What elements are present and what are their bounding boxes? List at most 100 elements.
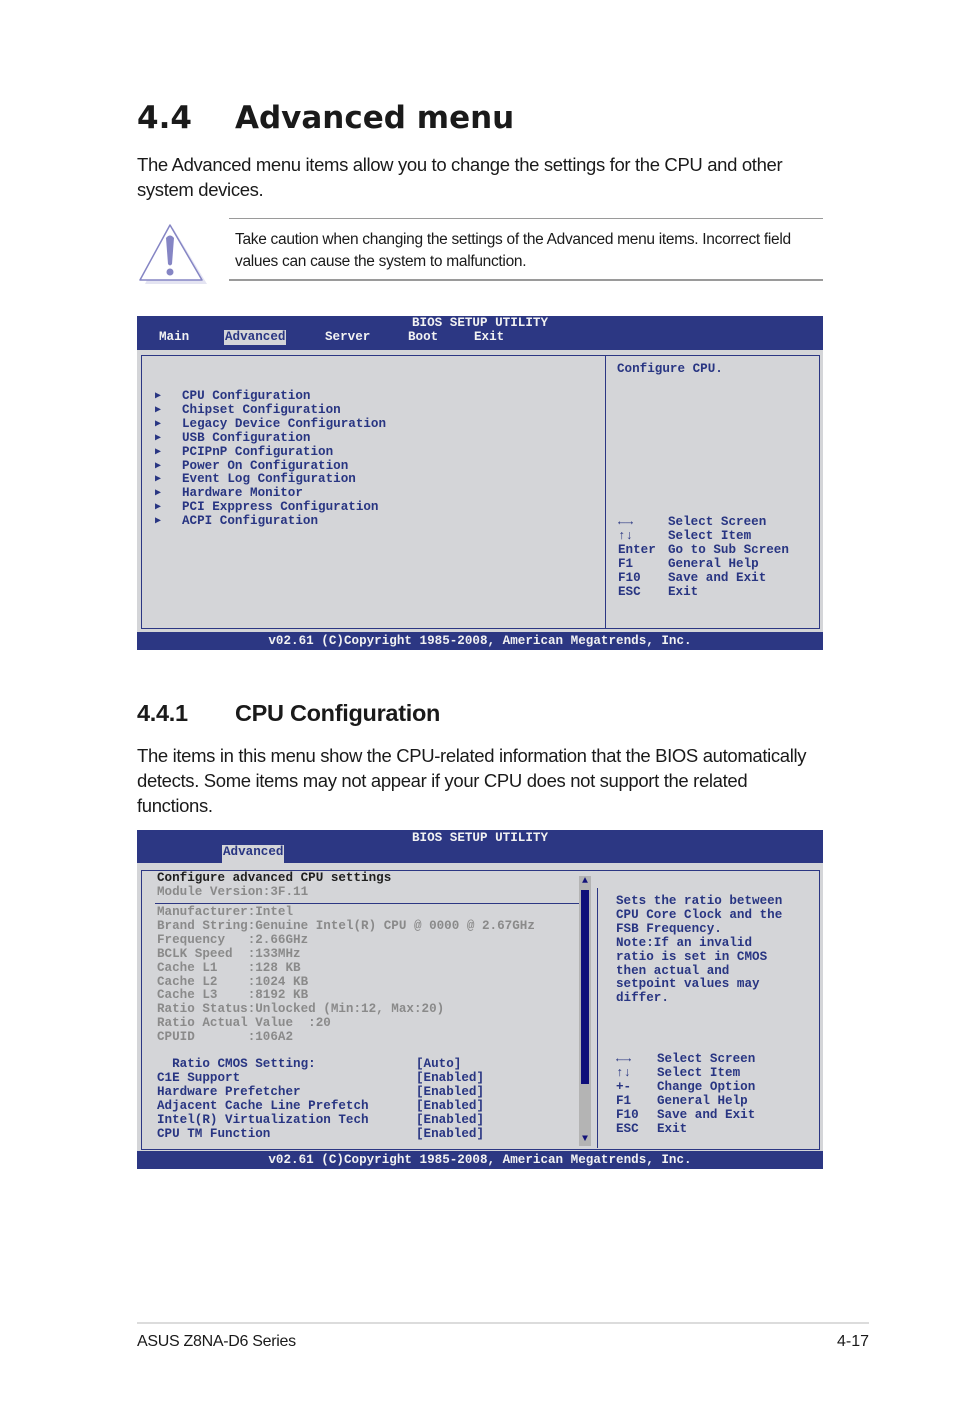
key-legend-row: ↑↓ Select Item [616, 1065, 741, 1080]
cpu-bclk-speed: BCLK Speed :133MHz [157, 946, 301, 961]
footer-page-number: 4-17 [836, 1333, 869, 1350]
triangle-right-icon: ▶ [155, 418, 162, 430]
module-version: Module Version:3F.11 [157, 884, 309, 899]
bios-cpu-configuration-screen: BIOS SETUP UTILITY Advanced Configure ad… [137, 830, 823, 1169]
bios-title: BIOS SETUP UTILITY [411, 316, 549, 330]
cpu-cache-l2: Cache L2 :1024 KB [157, 974, 309, 989]
key-legend-row: F10 Save and Exit [618, 570, 767, 585]
menu-item-legacy-device-configuration[interactable]: ▶ Legacy Device Configuration [155, 417, 386, 432]
cpu-manufacturer: Manufacturer:Intel [157, 905, 294, 919]
bios-panel-divider [597, 888, 598, 1148]
setting-value: [Enabled] [416, 1126, 485, 1141]
cpu-settings-list: Ratio CMOS Setting: [Auto] C1E Support [En… [157, 1057, 484, 1142]
menu-item-chipset-configuration[interactable]: ▶ Chipset Configuration [155, 403, 386, 418]
cpu-info-block: Configure advanced CPU settings Module V… [157, 871, 392, 900]
bios-key-legend: ←→ Select Screen ↑↓ Select Item Enter Go to… [618, 515, 789, 599]
menu-item-pci-express-configuration[interactable]: ▶ PCI Exppress Configuration [155, 500, 386, 515]
triangle-right-icon: ▶ [155, 460, 162, 472]
menu-item-power-on-configuration[interactable]: ▶ Power On Configuration [155, 459, 386, 474]
arrow-left-right-icon: ←→ [616, 1052, 632, 1066]
bios-key-legend: ←→ Select Screen ↑↓ Select Item +- Change O… [616, 1052, 756, 1136]
setting-hardware-prefetcher[interactable]: Hardware Prefetcher [Enabled] [157, 1085, 484, 1100]
caution-note: Take caution when changing the settings … [229, 218, 823, 281]
setting-value: [Enabled] [416, 1084, 485, 1099]
footer-rule [137, 1322, 869, 1324]
tab-exit[interactable]: Exit [473, 330, 505, 345]
tab-advanced[interactable]: Advanced [222, 845, 285, 864]
bios-header: BIOS SETUP UTILITY Main Advanced Server … [137, 316, 823, 350]
cpu-id: CPUID :106A2 [157, 1030, 294, 1045]
triangle-right-icon: ▶ [155, 446, 162, 458]
key-legend-row: F1 General Help [618, 556, 759, 571]
cpu-frequency: Frequency :2.66GHz [157, 932, 309, 947]
setting-c1e-support[interactable]: C1E Support [Enabled] [157, 1071, 484, 1086]
menu-item-usb-configuration[interactable]: ▶ USB Configuration [155, 431, 386, 446]
tab-boot[interactable]: Boot [407, 330, 439, 345]
key-legend-row: ←→ Select Screen [616, 1052, 756, 1066]
triangle-right-icon: ▶ [155, 488, 162, 500]
scroll-down-arrow-icon[interactable]: ▼ [579, 1134, 591, 1146]
triangle-right-icon: ▶ [155, 516, 162, 528]
cpu-ratio-status: Ratio Status:Unlocked (Min:12, Max:20) [157, 1002, 445, 1017]
menu-item-pcipnp-configuration[interactable]: ▶ PCIPnP Configuration [155, 445, 386, 460]
scrollbar-thumb[interactable] [581, 890, 589, 1084]
advanced-menu-list: ▶ CPU Configuration ▶ Chipset Configuratio… [155, 389, 386, 529]
bios-copyright-footer: v02.61 (C)Copyright 1985-2008, American … [137, 632, 823, 650]
setting-cpu-tm-function[interactable]: CPU TM Function [Enabled] [157, 1127, 484, 1142]
tab-server[interactable]: Server [324, 330, 371, 345]
tab-main[interactable]: Main [158, 330, 190, 345]
triangle-right-icon: ▶ [155, 391, 162, 402]
scrollbar[interactable]: ▲ ▼ [579, 876, 591, 1146]
bios-help-text: Configure CPU. [617, 362, 723, 376]
setting-virtualization-tech[interactable]: Intel(R) Virtualization Tech [Enabled] [157, 1113, 484, 1128]
tab-advanced[interactable]: Advanced [224, 330, 287, 345]
caution-text: Take caution when changing the settings … [235, 231, 791, 270]
bios-title: BIOS SETUP UTILITY [411, 831, 549, 845]
scroll-up-arrow-icon[interactable]: ▲ [579, 876, 591, 888]
warning-triangle-icon [137, 222, 207, 286]
menu-item-event-log-configuration[interactable]: ▶ Event Log Configuration [155, 472, 386, 487]
setting-adjacent-cache-line-prefetch[interactable]: Adjacent Cache Line Prefetch [Enabled] [157, 1099, 484, 1114]
cpu-brand-string: Brand String:Genuine Intel(R) CPU @ 0000… [157, 918, 535, 933]
menu-item-acpi-configuration[interactable]: ▶ ACPI Configuration [155, 514, 386, 529]
cpu-details: Manufacturer:Intel Brand String:Genuine … [157, 905, 535, 1045]
cpu-settings-heading: Configure advanced CPU settings [157, 871, 392, 885]
setting-value: [Enabled] [416, 1112, 485, 1127]
key-legend-row: Enter Go to Sub Screen [618, 542, 789, 557]
subsection-intro: The items in this menu show the CPU-rela… [137, 745, 807, 816]
bios-help-text: Sets the ratio between CPU Core Clock an… [616, 894, 783, 1006]
key-legend-row: +- Change Option [616, 1079, 756, 1094]
setting-value: [Enabled] [416, 1098, 485, 1113]
bios-advanced-screen: BIOS SETUP UTILITY Main Advanced Server … [137, 316, 823, 650]
triangle-right-icon: ▶ [155, 502, 162, 514]
footer-product-name: ASUS Z8NA-D6 Series [137, 1333, 296, 1350]
menu-item-cpu-configuration[interactable]: ▶ CPU Configuration [155, 389, 386, 404]
cpu-cache-l1: Cache L1 :128 KB [157, 960, 301, 975]
key-legend-row: ESC Exit [618, 584, 699, 599]
menu-item-hardware-monitor[interactable]: ▶ Hardware Monitor [155, 486, 386, 501]
subsection-title-text: CPU Configuration [235, 700, 441, 726]
triangle-right-icon: ▶ [155, 432, 162, 444]
section-title-text: Advanced menu [235, 100, 515, 136]
info-separator [155, 903, 579, 904]
bios-header: BIOS SETUP UTILITY Advanced [137, 830, 823, 864]
section-number: 4.4 [137, 100, 192, 136]
arrow-up-down-icon: ↑↓ [616, 1065, 632, 1080]
key-legend-row: F1 General Help [616, 1093, 748, 1108]
triangle-right-icon: ▶ [155, 404, 162, 416]
triangle-right-icon: ▶ [155, 474, 162, 486]
subsection-title: 4.4.1 CPU Configuration [137, 700, 440, 727]
subsection-number: 4.4.1 [137, 700, 188, 726]
key-legend-row: ↑↓ Select Item [618, 528, 752, 543]
cpu-cache-l3: Cache L3 :8192 KB [157, 988, 309, 1003]
arrow-up-down-icon: ↑↓ [618, 528, 634, 543]
setting-ratio-cmos[interactable]: Ratio CMOS Setting: [Auto] [157, 1057, 461, 1072]
setting-value: [Auto] [416, 1057, 462, 1071]
arrow-left-right-icon: ←→ [618, 515, 634, 529]
bios-copyright-footer: v02.61 (C)Copyright 1985-2008, American … [137, 1151, 823, 1169]
section-intro: The Advanced menu items allow you to cha… [137, 154, 783, 200]
bios-panel-divider [605, 356, 606, 628]
section-title: 4.4 Advanced menu [137, 100, 514, 136]
key-legend-row: ←→ Select Screen [618, 515, 767, 529]
cpu-ratio-actual-value: Ratio Actual Value :20 [157, 1016, 331, 1031]
